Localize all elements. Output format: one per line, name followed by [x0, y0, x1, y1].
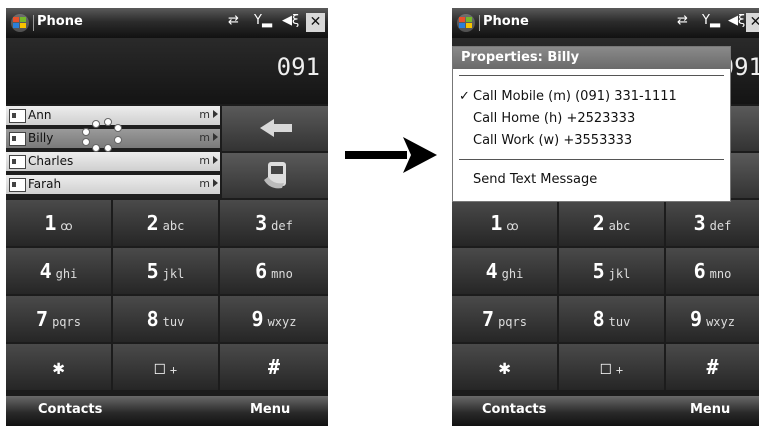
contact-card-icon: [9, 109, 26, 123]
phone-handset-icon: [264, 162, 286, 189]
context-menu: Properties: Billy ✓ Call Mobile (m) (091…: [452, 46, 731, 202]
contact-name: Billy: [28, 131, 54, 145]
menu-divider: [459, 159, 724, 160]
key-1[interactable]: 1ꝏ: [6, 200, 111, 246]
expand-arrow-icon: [213, 110, 218, 118]
sync-icon: ⇄: [677, 13, 688, 28]
contact-row-farah[interactable]: Farah m: [6, 175, 220, 194]
expand-arrow-icon: [213, 133, 218, 141]
key-8[interactable]: 8 tuv: [559, 296, 664, 342]
contacts-softkey[interactable]: Contacts: [482, 402, 546, 417]
phone-screen-after: Phone ⇄ Y▂ ◀ξ ✕ 091 1ꝏ 2 abc 3 def 4 ghi 5j…: [452, 8, 759, 426]
contact-type: m: [199, 154, 210, 167]
menu-item-call-work[interactable]: Call Work (w) +3553333: [473, 133, 632, 148]
key-8[interactable]: 8 tuv: [113, 296, 218, 342]
dial-keypad: 1ꝏ 2 abc 3 def 4 ghi 5 jkl 6 mno 7 pqrs 8 tuv 9…: [452, 200, 759, 392]
start-menu-icon[interactable]: [10, 13, 30, 33]
contacts-softkey[interactable]: Contacts: [38, 402, 102, 417]
key-9[interactable]: 9 wxyz: [666, 296, 759, 342]
menu-item-call-home[interactable]: Call Home (h) +2523333: [473, 111, 635, 126]
dialed-number: 091: [276, 53, 320, 81]
signal-icon: Y▂: [254, 13, 272, 28]
contact-card-icon: [9, 132, 26, 146]
start-menu-icon[interactable]: [456, 13, 476, 33]
backspace-button[interactable]: [222, 106, 328, 151]
key-2[interactable]: 2 abc: [113, 200, 218, 246]
menu-softkey[interactable]: Menu: [250, 402, 290, 417]
sync-icon: ⇄: [228, 13, 239, 28]
key-3[interactable]: 3 def: [220, 200, 328, 246]
title-bar: Phone ⇄ Y▂ ◀ξ ✕: [6, 8, 328, 38]
close-button[interactable]: ✕: [746, 13, 759, 32]
key-1[interactable]: 1ꝏ: [452, 200, 557, 246]
key-0[interactable]: ☐ +: [113, 344, 218, 390]
key-6[interactable]: 6 mno: [666, 248, 759, 294]
phone-screen-before: Phone ⇄ Y▂ ◀ξ ✕ 091 Ann m Billy m Charle…: [6, 8, 328, 426]
transition-arrow-icon: [345, 137, 437, 173]
signal-icon: Y▂: [702, 13, 720, 28]
key-7[interactable]: 7 pqrs: [452, 296, 557, 342]
expand-arrow-icon: [213, 156, 218, 164]
key-star[interactable]: ✱: [6, 344, 111, 390]
volume-icon[interactable]: ◀ξ: [282, 13, 299, 28]
contact-card-icon: [9, 178, 26, 192]
contact-type: m: [199, 131, 210, 144]
menu-divider: [459, 75, 724, 76]
key-4[interactable]: 4 ghi: [6, 248, 111, 294]
key-5[interactable]: 5 jkl: [113, 248, 218, 294]
title-bar: Phone ⇄ Y▂ ◀ξ ✕: [452, 8, 759, 38]
volume-icon[interactable]: ◀ξ: [728, 13, 745, 28]
key-0[interactable]: ☐ +: [559, 344, 664, 390]
key-star[interactable]: ✱: [452, 344, 557, 390]
call-button[interactable]: [222, 153, 328, 198]
menu-item-send-text[interactable]: Send Text Message: [473, 172, 597, 187]
menu-softkey[interactable]: Menu: [690, 402, 730, 417]
key-7[interactable]: 7 pqrs: [6, 296, 111, 342]
key-2[interactable]: 2 abc: [559, 200, 664, 246]
key-6[interactable]: 6 mno: [220, 248, 328, 294]
contact-type: m: [199, 108, 210, 121]
key-3[interactable]: 3 def: [666, 200, 759, 246]
softkey-bar: Contacts Menu: [6, 396, 328, 426]
contact-name: Ann: [28, 108, 52, 122]
key-4[interactable]: 4 ghi: [452, 248, 557, 294]
contact-name: Charles: [28, 154, 74, 168]
key-hash[interactable]: #: [220, 344, 328, 390]
close-button[interactable]: ✕: [306, 13, 325, 32]
menu-item-call-mobile[interactable]: Call Mobile (m) (091) 331-1111: [473, 89, 677, 104]
key-9[interactable]: 9 wxyz: [220, 296, 328, 342]
softkey-bar: Contacts Menu: [452, 396, 759, 426]
contact-card-icon: [9, 155, 26, 169]
menu-header: Properties: Billy: [453, 47, 730, 69]
dial-keypad: 1ꝏ 2 abc 3 def 4 ghi 5 jkl 6 mno 7 pqrs 8 tuv 9…: [6, 200, 328, 392]
number-display: 091: [6, 38, 328, 104]
busy-spinner-icon: [72, 116, 132, 156]
key-hash[interactable]: #: [666, 344, 759, 390]
contact-name: Farah: [28, 177, 62, 191]
key-5[interactable]: 5 jkl: [559, 248, 664, 294]
expand-arrow-icon: [213, 179, 218, 187]
backspace-arrow-icon: [260, 119, 292, 137]
checkmark-icon: ✓: [459, 89, 470, 104]
app-title: Phone: [483, 14, 529, 29]
contact-type: m: [199, 177, 210, 190]
app-title: Phone: [37, 14, 83, 29]
